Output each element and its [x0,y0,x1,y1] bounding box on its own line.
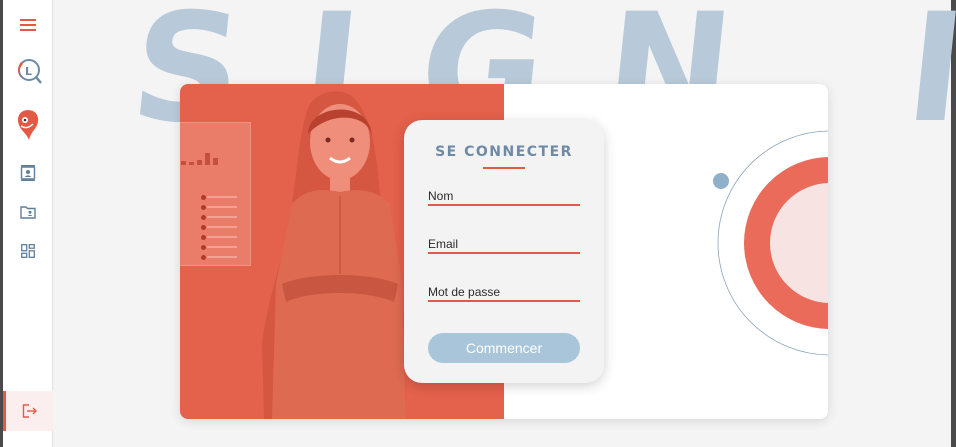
menu-button[interactable] [3,6,53,44]
contact-card-icon [20,165,36,181]
start-button[interactable]: Commencer [428,333,580,363]
logout-button[interactable] [3,391,53,431]
app-window: L SIGN IN SE CONNECTER Nom Email Commenc… [3,0,956,447]
login-title: SE CONNECTER [435,144,573,160]
mascot-icon [18,110,39,140]
folder-user-icon [20,206,36,219]
svg-text:L: L [25,65,32,78]
app-logo[interactable]: L [3,52,53,90]
app-logo-icon: L [18,59,42,84]
mascot-logo[interactable] [3,106,53,144]
login-form: SE CONNECTER Commencer [404,120,604,383]
title-underline [483,167,525,169]
sidebar: L [3,0,53,447]
name-field[interactable] [428,182,580,206]
dashboard-icon [21,244,35,258]
nav-dashboard[interactable] [3,232,53,270]
nav-folders[interactable] [3,193,53,231]
logout-icon [22,404,37,418]
nav-contacts[interactable] [3,154,53,192]
password-field[interactable] [428,278,580,302]
email-field[interactable] [428,230,580,254]
menu-icon [20,19,36,31]
